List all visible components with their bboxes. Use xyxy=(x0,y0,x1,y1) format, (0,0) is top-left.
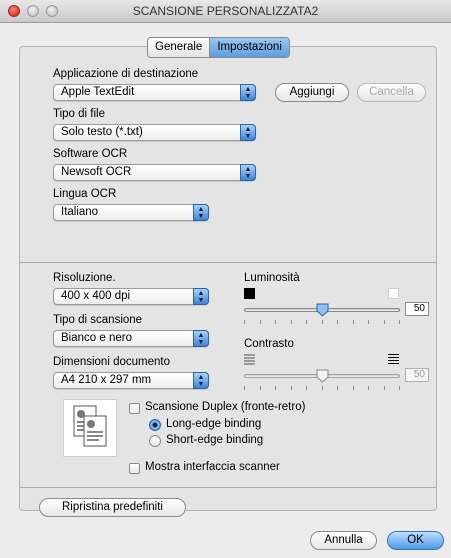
slider-tick xyxy=(337,386,338,390)
slider-tick xyxy=(321,386,323,390)
short-edge-radio[interactable] xyxy=(149,435,161,447)
duplex-checkbox[interactable] xyxy=(129,403,140,414)
slider-tick xyxy=(244,320,245,324)
resolution-value: 400 x 400 dpi xyxy=(61,290,131,302)
brightness-ticks xyxy=(244,320,400,324)
slider-tick xyxy=(306,320,307,324)
file-type-value: Solo testo (*.txt) xyxy=(61,126,143,138)
destination-value: Apple TextEdit xyxy=(61,86,135,98)
document-size-value: A4 210 x 297 mm xyxy=(61,374,152,386)
window-title: SCANSIONE PERSONALIZZATA2 xyxy=(132,4,319,18)
destination-label: Applicazione di destinazione xyxy=(53,68,199,80)
restore-defaults-button[interactable]: Ripristina predefiniti xyxy=(39,498,186,517)
add-button[interactable]: Aggiungi xyxy=(275,83,349,102)
slider-tick xyxy=(275,320,276,324)
ocr-language-label: Lingua OCR xyxy=(53,188,117,200)
slider-tick xyxy=(399,320,400,324)
separator xyxy=(19,262,437,263)
tab-general[interactable]: Generale xyxy=(148,38,211,57)
resolution-popup[interactable]: 400 x 400 dpi ▲ ▼ xyxy=(53,288,209,305)
slider-tick xyxy=(399,386,400,390)
contrast-ticks xyxy=(244,386,400,390)
ocr-software-popup[interactable]: Newsoft OCR ▲ ▼ xyxy=(53,164,256,181)
slider-tick xyxy=(383,386,385,390)
contrast-slider-thumb[interactable] xyxy=(316,369,329,383)
slider-tick xyxy=(352,320,354,324)
contrast-high-icon xyxy=(388,354,399,364)
duplex-checkbox-label: Scansione Duplex (fronte-retro) xyxy=(145,401,306,413)
ocr-language-value: Italiano xyxy=(61,206,99,218)
cancel-button[interactable]: Annulla xyxy=(310,531,377,550)
resolution-label: Risoluzione. xyxy=(53,272,116,284)
scan-type-popup[interactable]: Bianco e nero ▲ ▼ xyxy=(53,330,209,347)
ocr-software-value: Newsoft OCR xyxy=(61,166,132,178)
slider-tick xyxy=(290,320,292,324)
separator xyxy=(19,487,437,488)
title-bar: SCANSIONE PERSONALIZZATA2 xyxy=(0,0,451,23)
brightness-value-field[interactable]: 50 xyxy=(405,302,429,316)
show-scanner-interface-label: Mostra interfaccia scanner xyxy=(145,461,280,473)
duplex-preview-image xyxy=(63,399,117,457)
slider-tick xyxy=(290,386,292,390)
delete-button[interactable]: Cancella xyxy=(357,83,426,102)
contrast-low-icon xyxy=(244,354,255,365)
slider-tick xyxy=(259,386,261,390)
brightness-label: Luminosità xyxy=(244,272,300,284)
slider-tick xyxy=(321,320,323,324)
short-edge-label: Short-edge binding xyxy=(166,434,264,446)
slider-tick xyxy=(352,386,354,390)
contrast-label: Contrasto xyxy=(244,338,294,350)
brightness-light-icon xyxy=(388,288,399,299)
contrast-value-field[interactable]: 50 xyxy=(405,368,429,382)
file-type-popup[interactable]: Solo testo (*.txt) ▲ ▼ xyxy=(53,124,256,141)
popup-arrows-icon: ▲ ▼ xyxy=(193,330,209,347)
slider-tick xyxy=(259,320,261,324)
destination-popup[interactable]: Apple TextEdit ▲ ▼ xyxy=(53,84,256,101)
ocr-language-popup[interactable]: Italiano ▲ ▼ xyxy=(53,204,209,221)
slider-tick xyxy=(337,320,338,324)
ocr-software-label: Software OCR xyxy=(53,148,128,160)
scan-type-value: Bianco e nero xyxy=(61,332,132,344)
document-size-popup[interactable]: A4 210 x 297 mm ▲ ▼ xyxy=(53,372,209,389)
scan-type-label: Tipo di scansione xyxy=(53,314,143,326)
tab-settings[interactable]: Impostazioni xyxy=(210,38,289,57)
show-scanner-interface-checkbox[interactable] xyxy=(129,463,140,474)
brightness-dark-icon xyxy=(244,288,255,299)
slider-tick xyxy=(306,386,307,390)
long-edge-label: Long-edge binding xyxy=(166,418,262,430)
slider-tick xyxy=(368,320,369,324)
slider-tick xyxy=(244,386,245,390)
long-edge-radio[interactable] xyxy=(149,419,161,431)
slider-tick xyxy=(368,386,369,390)
popup-arrows-icon: ▲ ▼ xyxy=(193,204,209,221)
slider-tick xyxy=(275,386,276,390)
ok-button[interactable]: OK xyxy=(387,531,444,550)
tab-bar: Generale Impostazioni xyxy=(147,37,290,58)
brightness-slider-thumb[interactable] xyxy=(316,303,329,317)
document-size-label: Dimensioni documento xyxy=(53,356,170,368)
popup-arrows-icon: ▲ ▼ xyxy=(193,288,209,305)
slider-tick xyxy=(383,320,385,324)
popup-arrows-icon: ▲ ▼ xyxy=(240,124,256,141)
popup-arrows-icon: ▲ ▼ xyxy=(240,84,256,101)
popup-arrows-icon: ▲ ▼ xyxy=(240,164,256,181)
popup-arrows-icon: ▲ ▼ xyxy=(193,372,209,389)
file-type-label: Tipo di file xyxy=(53,108,105,120)
